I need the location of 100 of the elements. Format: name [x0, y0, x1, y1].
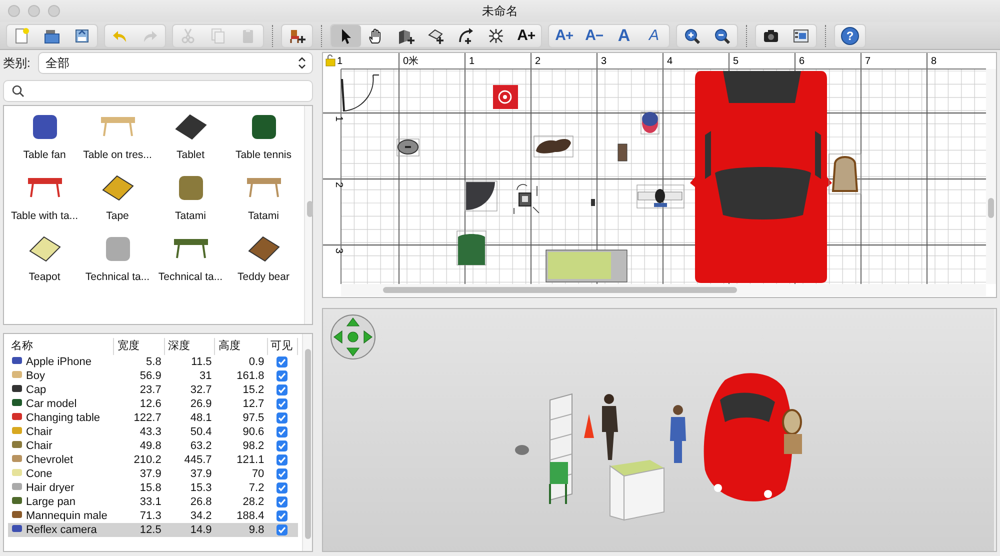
- catalog-item[interactable]: Tatami: [227, 167, 300, 228]
- table-cell-text: 37.9: [138, 466, 162, 480]
- furniture-icon: [11, 438, 23, 450]
- trash-bin-drawing: [456, 230, 486, 266]
- door-drawing: [341, 74, 380, 112]
- furniture-icon: [106, 237, 130, 262]
- minus-icon: [596, 32, 603, 39]
- visible-checkbox[interactable]: [276, 524, 288, 536]
- table-cell-text: 50.4: [189, 424, 213, 438]
- category-select[interactable]: 全部: [38, 52, 313, 74]
- scroll-thumb[interactable]: [988, 198, 994, 218]
- catalog-item[interactable]: Tatami: [154, 167, 227, 228]
- search-field[interactable]: [3, 80, 313, 102]
- visible-checkbox[interactable]: [276, 454, 288, 466]
- visible-checkbox[interactable]: [276, 468, 288, 480]
- scroll-bar[interactable]: [986, 69, 996, 284]
- furniture-name: Boy: [26, 370, 45, 382]
- catalog-item[interactable]: Table fan: [8, 106, 81, 167]
- bold-text-button[interactable]: A: [609, 24, 639, 46]
- catalog-item[interactable]: Teapot: [8, 228, 81, 289]
- navigation-arrows-icon[interactable]: [330, 314, 376, 360]
- furniture-icon: [11, 522, 23, 534]
- visible-checkbox[interactable]: [276, 356, 288, 368]
- pan-drawing: [515, 445, 529, 455]
- pointer-button[interactable]: [331, 24, 361, 46]
- column-header[interactable]: 宽度: [114, 338, 164, 354]
- catalog-item[interactable]: Table on tres...: [81, 106, 154, 167]
- furniture-name: Changing table: [26, 412, 100, 424]
- window-title: 未命名: [482, 4, 518, 18]
- visible-checkbox[interactable]: [276, 412, 288, 424]
- ruler-label: 7: [865, 56, 871, 67]
- column-header[interactable]: 名称: [8, 338, 114, 354]
- curve-plus-icon: [457, 26, 475, 44]
- catalog-item[interactable]: Table tennis: [227, 106, 300, 167]
- table-cell-text: 56.9: [138, 368, 162, 382]
- catalog-item[interactable]: Technical ta...: [81, 228, 154, 289]
- visible-checkbox[interactable]: [276, 482, 288, 494]
- table-cell-text: 90.6: [242, 424, 266, 438]
- lock-icon[interactable]: [326, 54, 336, 66]
- visible-checkbox[interactable]: [276, 384, 288, 396]
- furniture-icon: [11, 396, 23, 408]
- ruler-label: 1: [333, 116, 344, 122]
- video-camera-icon: [792, 26, 810, 44]
- table-row[interactable]: Reflex camera 12.5 14.9 9.8: [8, 522, 298, 536]
- furniture-icon: [11, 480, 23, 492]
- visible-checkbox[interactable]: [276, 510, 288, 522]
- visible-checkbox[interactable]: [276, 398, 288, 410]
- table-cell-text: 210.2: [132, 452, 162, 466]
- furniture-name: Apple iPhone: [26, 356, 92, 368]
- shrink-text-button[interactable]: A: [579, 24, 609, 46]
- person-drawing: [602, 394, 618, 460]
- phone-drawing: [618, 144, 628, 162]
- furniture-name: Chevrolet: [26, 454, 74, 466]
- furniture-icon: [11, 424, 23, 436]
- table-cell-text: 32.7: [189, 382, 213, 396]
- plus-icon: [566, 32, 573, 39]
- column-header[interactable]: 深度: [164, 338, 215, 354]
- dimension-icon: [487, 26, 505, 44]
- catalog-item[interactable]: Tape: [81, 167, 154, 228]
- visible-checkbox[interactable]: [276, 426, 288, 438]
- ruler-label: 3: [333, 248, 344, 254]
- catalog-item[interactable]: Tablet: [154, 106, 227, 167]
- furniture-name: Car model: [26, 398, 77, 410]
- table-cell: 12.5: [114, 522, 164, 536]
- table-cell-text: 28.2: [242, 494, 266, 508]
- furniture-icon: [248, 236, 280, 262]
- changing-table-drawing: [610, 460, 664, 521]
- italic-text-button[interactable]: A: [639, 24, 669, 46]
- table-cell-text: 26.8: [189, 494, 213, 508]
- furniture-icon: [11, 466, 23, 478]
- furniture-icon: [11, 410, 23, 422]
- enlarge-text-button[interactable]: A: [549, 24, 579, 46]
- furniture-name: Chair: [26, 426, 52, 438]
- add-text-button[interactable]: A: [511, 24, 541, 46]
- table-cell-text: 122.7: [132, 410, 162, 424]
- visible-checkbox[interactable]: [276, 496, 288, 508]
- scroll-bar[interactable]: [304, 106, 312, 324]
- furniture-icon: [252, 115, 276, 140]
- scroll-thumb[interactable]: [383, 287, 737, 293]
- catalog-item[interactable]: Technical ta...: [154, 228, 227, 289]
- catalog-item[interactable]: Teddy bear: [227, 228, 300, 289]
- scroll-bar[interactable]: [302, 334, 312, 551]
- visible-checkbox[interactable]: [276, 440, 288, 452]
- furniture-icon: [174, 114, 206, 140]
- table-cell-text: 70: [250, 466, 266, 480]
- help-button[interactable]: ?: [841, 26, 859, 44]
- table-cell-text: 15.8: [138, 480, 162, 494]
- ruler-label: 2: [535, 56, 541, 67]
- table-cell-text: 48.1: [189, 410, 213, 424]
- column-header[interactable]: 可见: [267, 338, 298, 354]
- hair-dryer-drawing: [591, 199, 595, 206]
- table-cell-text: 71.3: [138, 508, 162, 522]
- table-cell-text: 98.2: [242, 438, 266, 452]
- chevron-icon: [298, 57, 306, 69]
- ruler-label: 3: [601, 56, 607, 67]
- table-cell: 9.8: [214, 522, 268, 536]
- visible-checkbox[interactable]: [276, 370, 288, 382]
- column-header[interactable]: 高度: [214, 338, 268, 354]
- furniture-name: Mannequin male: [26, 510, 108, 522]
- catalog-item[interactable]: Table with ta...: [8, 167, 81, 228]
